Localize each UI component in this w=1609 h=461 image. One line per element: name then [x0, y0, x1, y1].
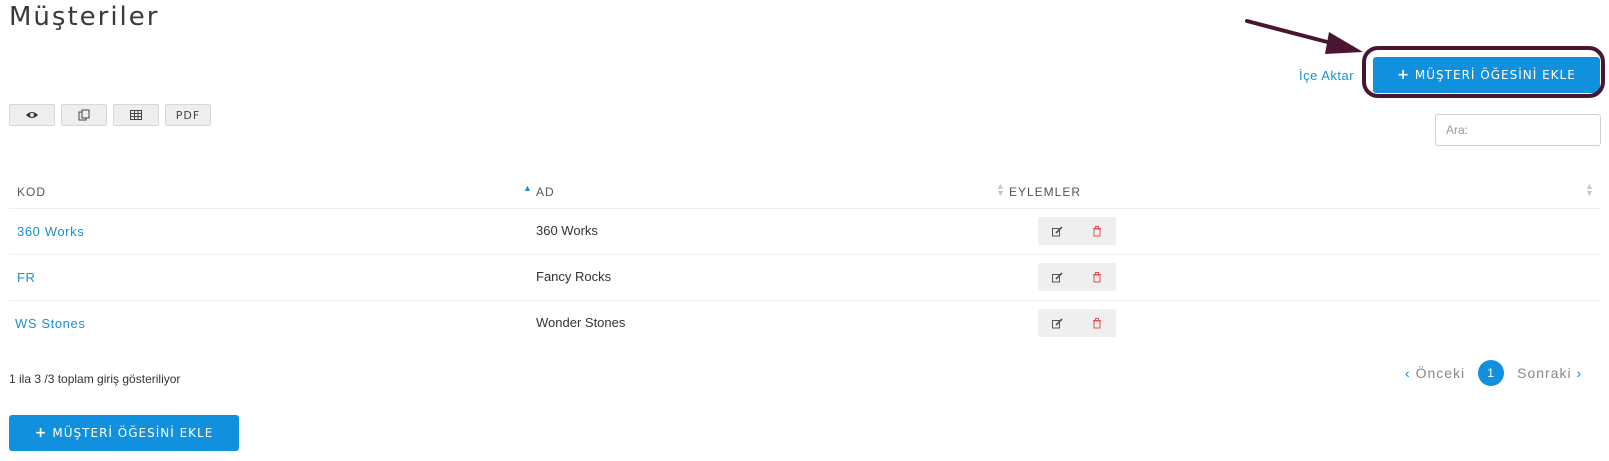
row-kod-link[interactable]: 360 Works: [17, 224, 84, 239]
delete-button[interactable]: [1077, 309, 1116, 337]
chevron-right-icon: ›: [1576, 365, 1583, 381]
delete-button[interactable]: [1077, 263, 1116, 291]
csv-button[interactable]: [113, 104, 159, 126]
edit-button[interactable]: [1038, 309, 1077, 337]
add-customer-button-bottom[interactable]: + MÜŞTERİ ÖĞESİNİ EKLE: [9, 415, 239, 451]
edit-button[interactable]: [1038, 263, 1077, 291]
row-ad: Wonder Stones: [536, 315, 626, 330]
column-header-kod[interactable]: KOD: [17, 176, 46, 208]
previous-page-link[interactable]: ‹ Önceki: [1405, 365, 1465, 381]
row-actions: [1038, 263, 1116, 291]
next-label: Sonraki: [1517, 365, 1572, 381]
import-link[interactable]: İçe Aktar: [1299, 68, 1354, 83]
add-customer-label: MÜŞTERİ ÖĞESİNİ EKLE: [1414, 68, 1576, 82]
plus-icon: +: [34, 425, 48, 441]
column-header-ad[interactable]: AD: [536, 176, 555, 208]
table-info-text: 1 ila 3 /3 toplam giriş gösteriliyor: [9, 372, 181, 386]
row-kod-link[interactable]: WS Stones: [15, 316, 85, 331]
eye-icon: [26, 112, 38, 118]
edit-icon: [1052, 317, 1063, 328]
row-actions: [1038, 309, 1116, 337]
sort-both-icon[interactable]: ▲ ▼: [1585, 182, 1594, 198]
delete-button[interactable]: [1077, 217, 1116, 245]
table-row: FR Fancy Rocks: [9, 255, 1601, 301]
previous-label: Önceki: [1415, 365, 1466, 381]
page-1-button[interactable]: 1: [1478, 360, 1505, 386]
row-kod-link[interactable]: FR: [17, 270, 36, 285]
copy-icon: [78, 109, 90, 121]
table-row: 360 Works 360 Works: [9, 209, 1601, 255]
edit-icon: [1052, 225, 1063, 236]
annotation-arrow: [1245, 19, 1363, 54]
table-header: KOD ▲ AD ▲ ▼ EYLEMLER ▲ ▼: [9, 176, 1601, 209]
trash-icon: [1092, 271, 1101, 282]
page-title: Müşteriler: [9, 2, 160, 32]
next-page-link[interactable]: Sonraki ›: [1517, 365, 1582, 381]
add-customer-button-top[interactable]: + MÜŞTERİ ÖĞESİNİ EKLE: [1373, 57, 1600, 93]
edit-button[interactable]: [1038, 217, 1077, 245]
row-ad: 360 Works: [536, 223, 598, 238]
copy-button[interactable]: [61, 104, 107, 126]
add-customer-label: MÜŞTERİ ÖĞESİNİ EKLE: [52, 426, 214, 440]
trash-icon: [1092, 225, 1101, 236]
column-header-eylemler[interactable]: EYLEMLER: [1009, 176, 1081, 208]
sort-both-icon[interactable]: ▲ ▼: [996, 182, 1005, 198]
pagination: ‹ Önceki 1 Sonraki ›: [1405, 360, 1582, 386]
edit-icon: [1052, 271, 1063, 282]
table-icon: [130, 110, 142, 120]
row-ad: Fancy Rocks: [536, 269, 612, 284]
view-button[interactable]: [9, 104, 55, 126]
row-actions: [1038, 217, 1116, 245]
search-input[interactable]: [1435, 114, 1601, 146]
export-toolbar: PDF: [9, 104, 211, 126]
chevron-left-icon: ‹: [1405, 365, 1411, 381]
plus-icon: +: [1397, 67, 1410, 83]
trash-icon: [1092, 317, 1101, 328]
sort-asc-icon[interactable]: ▲: [523, 184, 532, 193]
table-row: WS Stones Wonder Stones: [9, 301, 1601, 346]
pdf-button[interactable]: PDF: [165, 104, 211, 126]
